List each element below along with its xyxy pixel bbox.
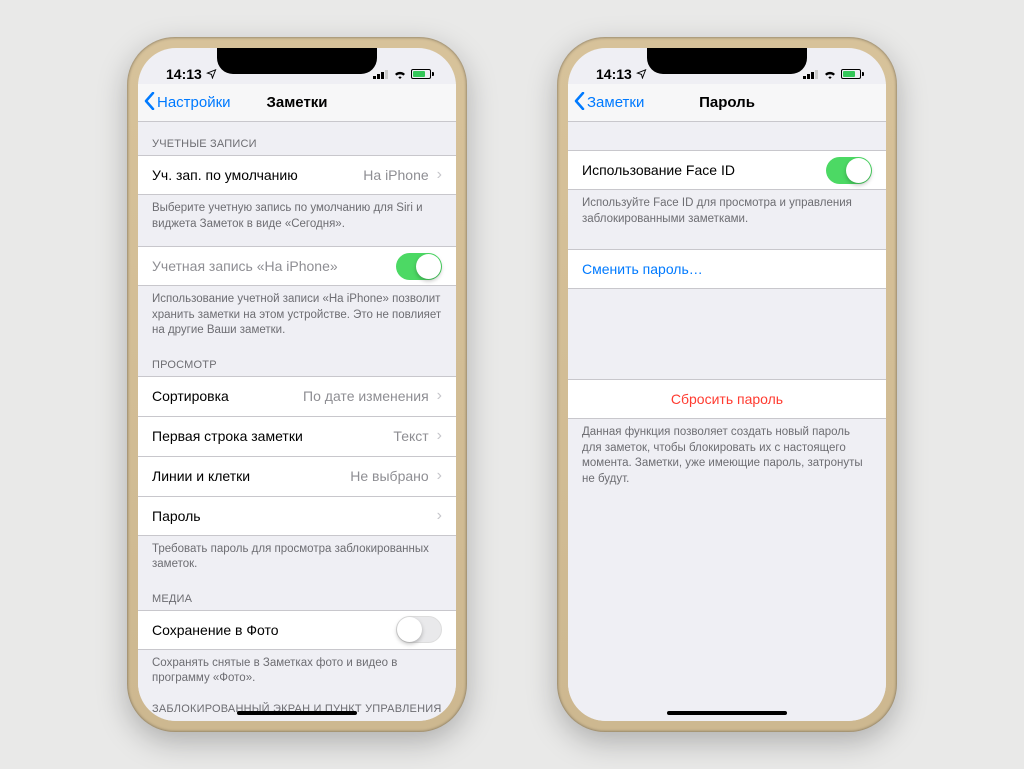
back-button[interactable]: Заметки <box>568 92 644 114</box>
section-footer: Использование учетной записи «На iPhone»… <box>138 286 456 343</box>
section-footer: Данная функция позволяет создать новый п… <box>568 419 886 491</box>
chevron-right-icon: › <box>437 507 442 525</box>
cell-lines[interactable]: Линии и клетки Не выбрано › <box>138 456 456 496</box>
cell-label: Первая строка заметки <box>152 428 303 444</box>
change-password-link: Сменить пароль… <box>582 261 703 277</box>
cell-on-iphone[interactable]: Учетная запись «На iPhone» <box>138 246 456 286</box>
content[interactable]: Использование Face ID Используйте Face I… <box>568 122 886 721</box>
cell-reset-password[interactable]: Сбросить пароль <box>568 379 886 419</box>
cell-label: Сохранение в Фото <box>152 622 279 638</box>
home-indicator[interactable] <box>237 711 357 715</box>
cell-label: Использование Face ID <box>582 162 735 178</box>
cell-faceid[interactable]: Использование Face ID <box>568 150 886 190</box>
nav-title: Заметки <box>266 94 327 111</box>
nav-title: Пароль <box>699 94 755 111</box>
cell-label: Учетная запись «На iPhone» <box>152 258 338 274</box>
cell-label: Пароль <box>152 508 201 524</box>
back-label: Заметки <box>587 94 644 111</box>
cell-value: Не выбрано <box>350 468 434 484</box>
battery-icon <box>841 69 864 79</box>
section-header-view: ПРОСМОТР <box>138 343 456 376</box>
cell-value: На iPhone <box>363 167 434 183</box>
section-footer: Требовать пароль для просмотра заблокиро… <box>138 536 456 577</box>
chevron-right-icon: › <box>437 387 442 405</box>
home-indicator[interactable] <box>667 711 787 715</box>
cell-first-line[interactable]: Первая строка заметки Текст › <box>138 416 456 456</box>
cell-default-account[interactable]: Уч. зап. по умолчанию На iPhone › <box>138 155 456 195</box>
battery-icon <box>411 69 434 79</box>
chevron-left-icon <box>574 92 585 114</box>
section-footer: Используйте Face ID для просмотра и упра… <box>568 190 886 231</box>
notch <box>217 48 377 74</box>
phone-right: 14:13 За <box>557 37 897 732</box>
cell-save-photo[interactable]: Сохранение в Фото <box>138 610 456 650</box>
back-label: Настройки <box>157 94 231 111</box>
content[interactable]: УЧЕТНЫЕ ЗАПИСИ Уч. зап. по умолчанию На … <box>138 122 456 721</box>
cell-label: Уч. зап. по умолчанию <box>152 167 298 183</box>
status-time: 14:13 <box>596 66 632 82</box>
cell-password[interactable]: Пароль › <box>138 496 456 536</box>
cell-label: Линии и клетки <box>152 468 250 484</box>
section-header-locked: ЗАБЛОКИРОВАННЫЙ ЭКРАН И ПУНКТ УПРАВЛЕНИЯ <box>138 691 456 720</box>
screen-right: 14:13 За <box>568 48 886 721</box>
phone-left: 14:13 На <box>127 37 467 732</box>
section-header-media: МЕДИА <box>138 577 456 610</box>
location-icon <box>206 66 217 82</box>
chevron-right-icon: › <box>437 467 442 485</box>
cellular-icon <box>373 66 389 82</box>
toggle-faceid[interactable] <box>826 157 872 184</box>
section-header-accounts: УЧЕТНЫЕ ЗАПИСИ <box>138 122 456 155</box>
chevron-right-icon: › <box>437 166 442 184</box>
location-icon <box>636 66 647 82</box>
cellular-icon <box>803 66 819 82</box>
cell-change-password[interactable]: Сменить пароль… <box>568 249 886 289</box>
cell-value: Текст <box>393 428 434 444</box>
back-button[interactable]: Настройки <box>138 92 231 114</box>
toggle-on-iphone[interactable] <box>396 253 442 280</box>
notch <box>647 48 807 74</box>
wifi-icon <box>823 66 837 82</box>
cell-sort[interactable]: Сортировка По дате изменения › <box>138 376 456 416</box>
section-footer: Выберите учетную запись по умолчанию для… <box>138 195 456 236</box>
nav-bar: Настройки Заметки <box>138 84 456 122</box>
reset-password-button: Сбросить пароль <box>582 391 872 407</box>
cell-value: По дате изменения <box>303 388 435 404</box>
toggle-save-photo[interactable] <box>396 616 442 643</box>
chevron-left-icon <box>144 92 155 114</box>
section-footer: Сохранять снятые в Заметках фото и видео… <box>138 650 456 691</box>
cell-label: Сортировка <box>152 388 229 404</box>
status-time: 14:13 <box>166 66 202 82</box>
nav-bar: Заметки Пароль <box>568 84 886 122</box>
wifi-icon <box>393 66 407 82</box>
chevron-right-icon: › <box>437 427 442 445</box>
screen-left: 14:13 На <box>138 48 456 721</box>
